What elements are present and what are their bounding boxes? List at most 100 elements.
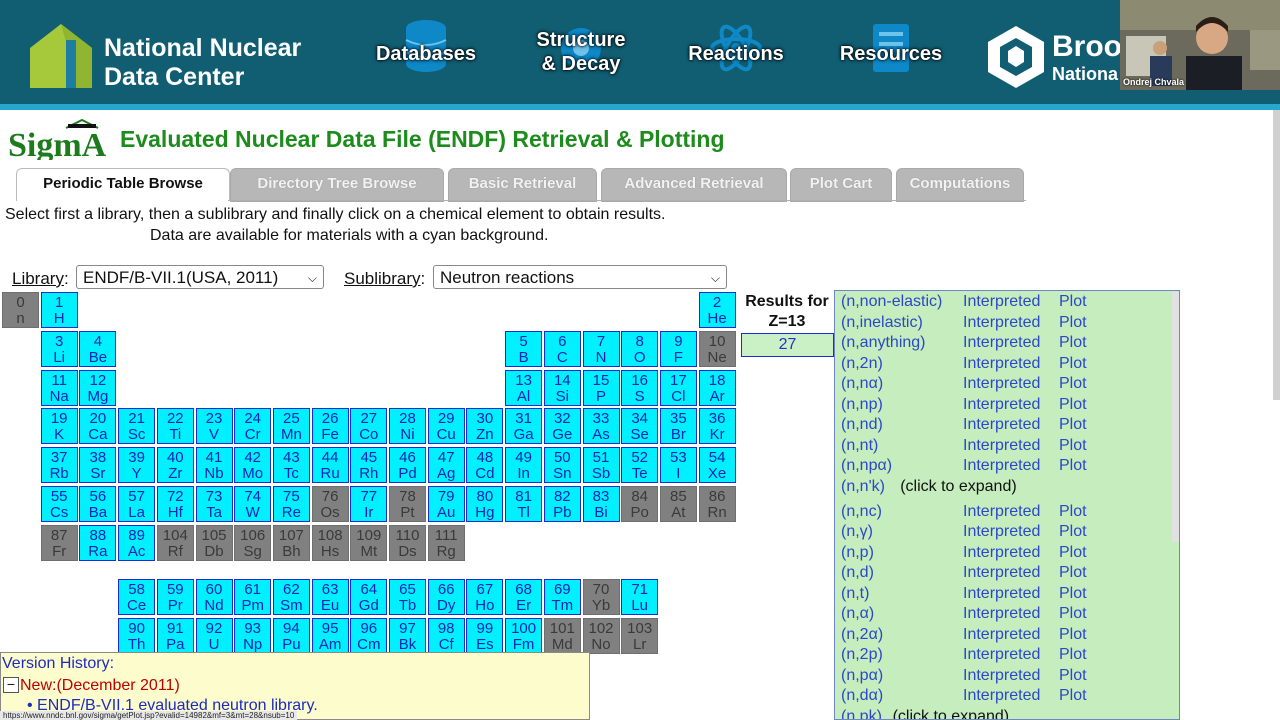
- plot-link[interactable]: Plot: [1059, 604, 1087, 624]
- element-re[interactable]: 75 Re: [272, 486, 310, 522]
- element-zr[interactable]: 40 Zr: [156, 447, 194, 484]
- element-mn[interactable]: 25 Mn: [272, 408, 310, 445]
- element-cd[interactable]: 48 Cd: [466, 447, 504, 484]
- reaction-name[interactable]: (n,γ): [841, 522, 873, 542]
- sublibrary-select[interactable]: Neutron reactions ⌵: [433, 265, 727, 289]
- element-be[interactable]: 4 Be: [79, 330, 117, 367]
- reaction-name[interactable]: (n,anything): [841, 333, 926, 353]
- element-ta[interactable]: 73 Ta: [195, 486, 233, 522]
- reaction-name[interactable]: (n,pk): [841, 707, 882, 720]
- element-pm[interactable]: 61 Pm: [234, 579, 272, 616]
- element-cf[interactable]: 98 Cf: [427, 617, 465, 654]
- sigma-logo-icon[interactable]: SigmA: [6, 118, 106, 160]
- element-lu[interactable]: 71 Lu: [621, 579, 659, 616]
- element-la[interactable]: 57 La: [118, 486, 156, 522]
- interpreted-link[interactable]: Interpreted: [963, 604, 1040, 624]
- element-w[interactable]: 74 W: [234, 486, 272, 522]
- brookhaven-logo-icon[interactable]: [986, 24, 1046, 90]
- element-zn[interactable]: 30 Zn: [466, 408, 504, 445]
- page-scrollbar[interactable]: [1273, 110, 1280, 400]
- reaction-name[interactable]: (n,nc): [841, 502, 882, 522]
- interpreted-link[interactable]: Interpreted: [963, 563, 1040, 583]
- element-co[interactable]: 27 Co: [350, 408, 388, 445]
- plot-link[interactable]: Plot: [1059, 354, 1087, 374]
- interpreted-link[interactable]: Interpreted: [963, 354, 1040, 374]
- element-k[interactable]: 19 K: [40, 408, 78, 445]
- element-ru[interactable]: 44 Ru: [311, 447, 349, 484]
- element-sc[interactable]: 21 Sc: [118, 408, 156, 445]
- element-n[interactable]: 7N: [582, 330, 620, 367]
- element-cm[interactable]: 96 Cm: [350, 617, 388, 654]
- element-cs[interactable]: 55 Cs: [40, 486, 78, 522]
- element-tl[interactable]: 81 Tl: [505, 486, 543, 522]
- reaction-name[interactable]: (n,2α): [841, 625, 883, 645]
- nav-structure-decay[interactable]: Structure & Decay: [520, 0, 642, 104]
- plot-link[interactable]: Plot: [1059, 456, 1087, 476]
- element-b[interactable]: 5B: [505, 330, 543, 367]
- reaction-name[interactable]: (n,nα): [841, 374, 883, 394]
- reaction-name[interactable]: (n,np): [841, 395, 883, 415]
- reaction-name[interactable]: (n,nd): [841, 415, 883, 435]
- reaction-name[interactable]: (n,n'k): [841, 477, 885, 497]
- element-am[interactable]: 95 Am: [311, 617, 349, 654]
- nav-databases[interactable]: Databases: [362, 0, 490, 104]
- element-nd[interactable]: 60 Nd: [195, 579, 233, 616]
- element-i[interactable]: 53 I: [659, 447, 697, 484]
- element-xe[interactable]: 54 Xe: [698, 447, 736, 484]
- element-tb[interactable]: 65 Tb: [389, 579, 426, 616]
- plot-link[interactable]: Plot: [1059, 645, 1087, 665]
- expand-link[interactable]: (click to expand): [893, 707, 1010, 720]
- element-hg[interactable]: 80 Hg: [466, 486, 504, 522]
- nav-resources[interactable]: Resources: [830, 0, 952, 104]
- interpreted-link[interactable]: Interpreted: [963, 686, 1040, 706]
- element-ho[interactable]: 67 Ho: [466, 579, 504, 616]
- element-sb[interactable]: 51 Sb: [582, 447, 620, 484]
- element-es[interactable]: 99 Es: [466, 617, 504, 654]
- plot-link[interactable]: Plot: [1059, 333, 1087, 353]
- reaction-name[interactable]: (n,nt): [841, 436, 878, 456]
- reaction-name[interactable]: (n,non-elastic): [841, 292, 942, 312]
- tab-basic-retrieval[interactable]: Basic Retrieval: [448, 168, 597, 202]
- element-tc[interactable]: 43 Tc: [272, 447, 310, 484]
- element-ge[interactable]: 32 Ge: [543, 408, 581, 445]
- element-gd[interactable]: 64 Gd: [350, 579, 388, 616]
- interpreted-link[interactable]: Interpreted: [963, 395, 1040, 415]
- plot-link[interactable]: Plot: [1059, 374, 1087, 394]
- element-au[interactable]: 79 Au: [427, 486, 465, 522]
- element-li[interactable]: 3 Li: [40, 330, 78, 367]
- reaction-name[interactable]: (n,2p): [841, 645, 883, 665]
- element-ar[interactable]: 18 Ar: [698, 369, 736, 406]
- plot-link[interactable]: Plot: [1059, 313, 1087, 333]
- element-ag[interactable]: 47 Ag: [427, 447, 465, 484]
- tab-plot-cart[interactable]: Plot Cart: [790, 168, 892, 202]
- element-ac[interactable]: 89 Ac: [118, 524, 156, 561]
- element-c[interactable]: 6C: [543, 330, 581, 367]
- expand-link[interactable]: (click to expand): [900, 477, 1017, 497]
- element-fe[interactable]: 26 Fe: [311, 408, 349, 445]
- interpreted-link[interactable]: Interpreted: [963, 625, 1040, 645]
- interpreted-link[interactable]: Interpreted: [963, 333, 1040, 353]
- element-v[interactable]: 23 V: [195, 408, 233, 445]
- element-te[interactable]: 52 Te: [621, 447, 659, 484]
- library-select[interactable]: ENDF/B-VII.1(USA, 2011) ⌵: [76, 265, 324, 289]
- element-tm[interactable]: 69 Tm: [543, 579, 581, 616]
- interpreted-link[interactable]: Interpreted: [963, 666, 1040, 686]
- reaction-name[interactable]: (n,α): [841, 604, 874, 624]
- element-nb[interactable]: 41 Nb: [195, 447, 233, 484]
- nndc-logo-text[interactable]: National Nuclear Data Center: [104, 34, 301, 92]
- element-fm[interactable]: 100 Fm: [505, 617, 543, 654]
- element-pu[interactable]: 94 Pu: [272, 617, 310, 654]
- element-dy[interactable]: 66 Dy: [427, 579, 465, 616]
- plot-link[interactable]: Plot: [1059, 415, 1087, 435]
- plot-link[interactable]: Plot: [1059, 436, 1087, 456]
- plot-link[interactable]: Plot: [1059, 666, 1087, 686]
- element-er[interactable]: 68 Er: [505, 579, 543, 616]
- element-s[interactable]: 16 S: [621, 369, 659, 406]
- element-o[interactable]: 8O: [621, 330, 659, 367]
- plot-link[interactable]: Plot: [1059, 686, 1087, 706]
- element-u[interactable]: 92 U: [195, 617, 233, 654]
- reaction-name[interactable]: (n,p): [841, 543, 874, 563]
- reactions-scrollbar[interactable]: [1172, 292, 1179, 542]
- interpreted-link[interactable]: Interpreted: [963, 374, 1040, 394]
- element-pr[interactable]: 59 Pr: [156, 579, 194, 616]
